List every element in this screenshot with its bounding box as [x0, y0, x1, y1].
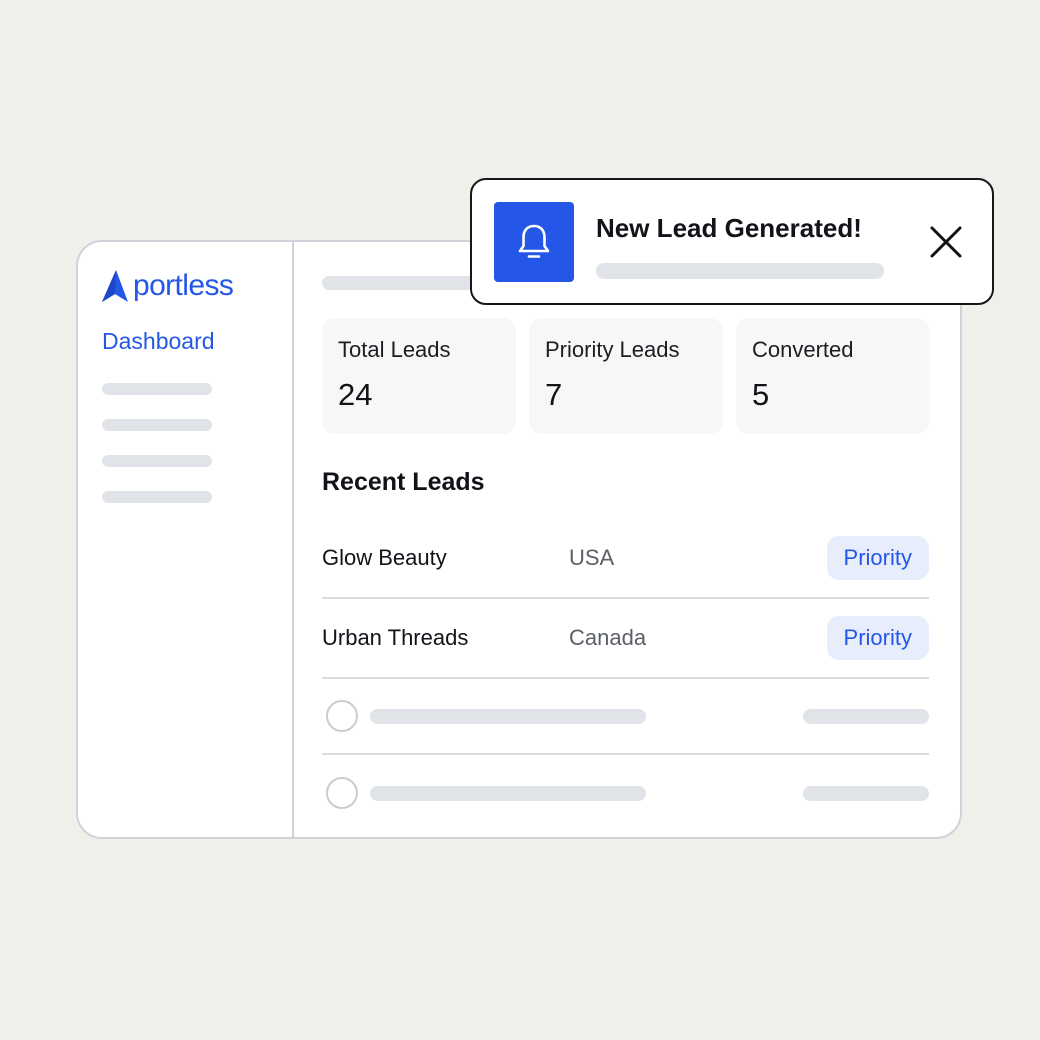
row-text-placeholder [370, 785, 646, 801]
logo-text: portless [133, 269, 234, 302]
lead-country: USA [569, 545, 615, 570]
main-content: Total Leads 24 Priority Leads 7 Converte… [294, 242, 960, 837]
notification-icon-box [494, 202, 574, 282]
row-text-placeholder [370, 708, 646, 724]
notification-toast[interactable]: New Lead Generated! [470, 178, 994, 305]
portless-logo-icon [102, 270, 128, 302]
stat-value: 7 [545, 377, 563, 412]
lead-row-placeholder[interactable] [322, 679, 929, 755]
row-checkbox[interactable] [326, 700, 358, 732]
sidebar: portless Dashboard [78, 242, 294, 837]
stat-value: 24 [338, 377, 373, 412]
lead-name: Glow Beauty [322, 545, 447, 570]
stat-card-total-leads[interactable]: Total Leads 24 [322, 318, 516, 434]
sidebar-item-placeholder[interactable] [102, 419, 212, 431]
close-button[interactable] [924, 220, 968, 264]
lead-row-glow-beauty[interactable]: Glow Beauty USA Priority [322, 519, 929, 599]
sidebar-item-placeholder[interactable] [102, 491, 212, 503]
recent-leads-title: Recent Leads [322, 468, 485, 496]
lead-row-urban-threads[interactable]: Urban Threads Canada Priority [322, 599, 929, 679]
row-meta-placeholder [803, 708, 929, 724]
stat-card-priority-leads[interactable]: Priority Leads 7 [529, 318, 723, 434]
lead-row-placeholder[interactable] [322, 755, 929, 831]
sidebar-item-placeholder[interactable] [102, 383, 212, 395]
stats-row: Total Leads 24 Priority Leads 7 Converte… [322, 318, 930, 434]
recent-leads-list: Glow Beauty USA Priority Urban Threads C… [322, 519, 929, 831]
row-checkbox[interactable] [326, 777, 358, 809]
sidebar-item-dashboard[interactable]: Dashboard [102, 328, 292, 355]
bell-icon [518, 224, 550, 258]
lead-country: Canada [569, 625, 647, 650]
stage: portless Dashboard Total Leads 24 Priori… [0, 0, 1040, 1040]
stat-label: Converted [752, 337, 854, 362]
stat-card-converted[interactable]: Converted 5 [736, 318, 930, 434]
priority-badge: Priority [826, 616, 929, 660]
page-title-placeholder [322, 276, 492, 290]
notification-title: New Lead Generated! [596, 213, 862, 243]
close-icon [930, 226, 962, 258]
row-meta-placeholder [803, 785, 929, 801]
logo[interactable]: portless [102, 268, 292, 304]
app-window: portless Dashboard Total Leads 24 Priori… [76, 240, 962, 839]
stat-label: Priority Leads [545, 337, 680, 362]
lead-name: Urban Threads [322, 625, 469, 650]
notification-body-placeholder [596, 263, 884, 279]
sidebar-item-placeholder[interactable] [102, 455, 212, 467]
priority-badge: Priority [826, 536, 929, 580]
stat-label: Total Leads [338, 337, 451, 362]
stat-value: 5 [752, 377, 770, 412]
